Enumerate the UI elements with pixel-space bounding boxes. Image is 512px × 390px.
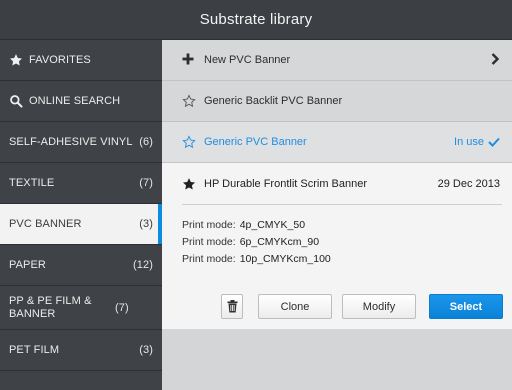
print-mode-item: Print mode: 10p_CMYKcm_100 [182, 250, 331, 267]
title-bar: Substrate library [0, 0, 512, 40]
substrate-name: Generic Backlit PVC Banner [204, 95, 343, 107]
new-substrate-row[interactable]: New PVC Banner [162, 40, 512, 81]
print-mode-item: Print mode: 4p_CMYK_50 [182, 216, 331, 233]
sidebar-item-favorites[interactable]: FAVORITES [0, 40, 162, 81]
sidebar-item-pvc-banner[interactable]: PVC BANNER (3) [0, 204, 162, 245]
sidebar-item-count: (7) [115, 301, 129, 314]
in-use-status: In use [454, 136, 500, 148]
substrate-name: Generic PVC Banner [204, 136, 307, 148]
in-use-label: In use [454, 136, 484, 148]
sidebar-item-textile[interactable]: TEXTILE (7) [0, 163, 162, 204]
sidebar-item-count: (3) [139, 218, 153, 230]
print-mode-value: 4p_CMYK_50 [239, 218, 306, 231]
search-icon [9, 94, 23, 108]
print-mode-label: Print mode: [182, 252, 236, 265]
sidebar: FAVORITES ONLINE SEARCH SELF-ADHESIVE VI… [0, 40, 162, 390]
select-button[interactable]: Select [429, 294, 503, 319]
sidebar-item-online-search[interactable]: ONLINE SEARCH [0, 81, 162, 122]
sidebar-item-label: PP & PE FILM & BANNER [9, 294, 92, 320]
sidebar-item-label: FAVORITES [29, 53, 91, 66]
list-empty-area [162, 329, 512, 390]
sidebar-item-label: ONLINE SEARCH [29, 94, 121, 107]
sidebar-item-count: (3) [139, 344, 153, 356]
page-title: Substrate library [199, 11, 313, 28]
clone-button[interactable]: Clone [258, 294, 332, 319]
sidebar-item-count: (6) [139, 136, 153, 148]
print-mode-label: Print mode: [182, 235, 236, 248]
new-substrate-label: New PVC Banner [204, 54, 291, 66]
substrate-row[interactable]: Generic Backlit PVC Banner [162, 81, 512, 122]
sidebar-item-count: (7) [139, 177, 153, 189]
substrate-row-in-use[interactable]: Generic PVC Banner In use [162, 122, 512, 163]
star-outline-icon[interactable] [182, 135, 196, 149]
sidebar-item-paper[interactable]: PAPER (12) [0, 245, 162, 286]
print-mode-value: 6p_CMYKcm_90 [239, 235, 320, 248]
substrate-name: HP Durable Frontlit Scrim Banner [204, 177, 368, 190]
checkmark-icon [488, 137, 500, 147]
sidebar-item-label: PVC BANNER [9, 217, 82, 230]
sidebar-item-self-adhesive-vinyl[interactable]: SELF-ADHESIVE VINYL (6) [0, 122, 162, 163]
expanded-substrate-card: HP Durable Frontlit Scrim Banner 29 Dec … [162, 163, 512, 329]
print-mode-item: Print mode: 6p_CMYKcm_90 [182, 233, 331, 250]
sidebar-item-count: (12) [133, 259, 153, 271]
print-mode-list: Print mode: 4p_CMYK_50 Print mode: 6p_CM… [182, 216, 331, 267]
print-mode-label: Print mode: [182, 218, 236, 231]
star-outline-icon[interactable] [182, 94, 196, 108]
modify-button[interactable]: Modify [342, 294, 416, 319]
sidebar-item-label: PAPER [9, 258, 46, 271]
print-mode-value: 10p_CMYKcm_100 [239, 252, 331, 265]
plus-icon [182, 53, 196, 67]
sidebar-item-label: TEXTILE [9, 176, 55, 189]
trash-icon [227, 300, 237, 313]
substrate-library-app: Substrate library FAVORITES ONLINE SEARC… [0, 0, 512, 390]
sidebar-item-label: SELF-ADHESIVE VINYL [9, 135, 133, 148]
star-filled-icon[interactable] [182, 177, 196, 191]
star-icon [9, 53, 23, 67]
delete-button[interactable] [221, 294, 243, 319]
substrate-list: New PVC Banner Generic Backlit PVC Banne… [162, 40, 512, 390]
sidebar-item-pet-film[interactable]: PET FILM (3) [0, 330, 162, 371]
expanded-substrate-header[interactable]: HP Durable Frontlit Scrim Banner 29 Dec … [182, 163, 502, 205]
sidebar-item-pp-pe-film-banner[interactable]: PP & PE FILM & BANNER (7) [0, 286, 162, 330]
substrate-date: 29 Dec 2013 [437, 177, 500, 190]
sidebar-item-label: PET FILM [9, 343, 60, 356]
card-actions: Clone Modify Select [162, 294, 512, 320]
chevron-right-icon [491, 52, 500, 68]
